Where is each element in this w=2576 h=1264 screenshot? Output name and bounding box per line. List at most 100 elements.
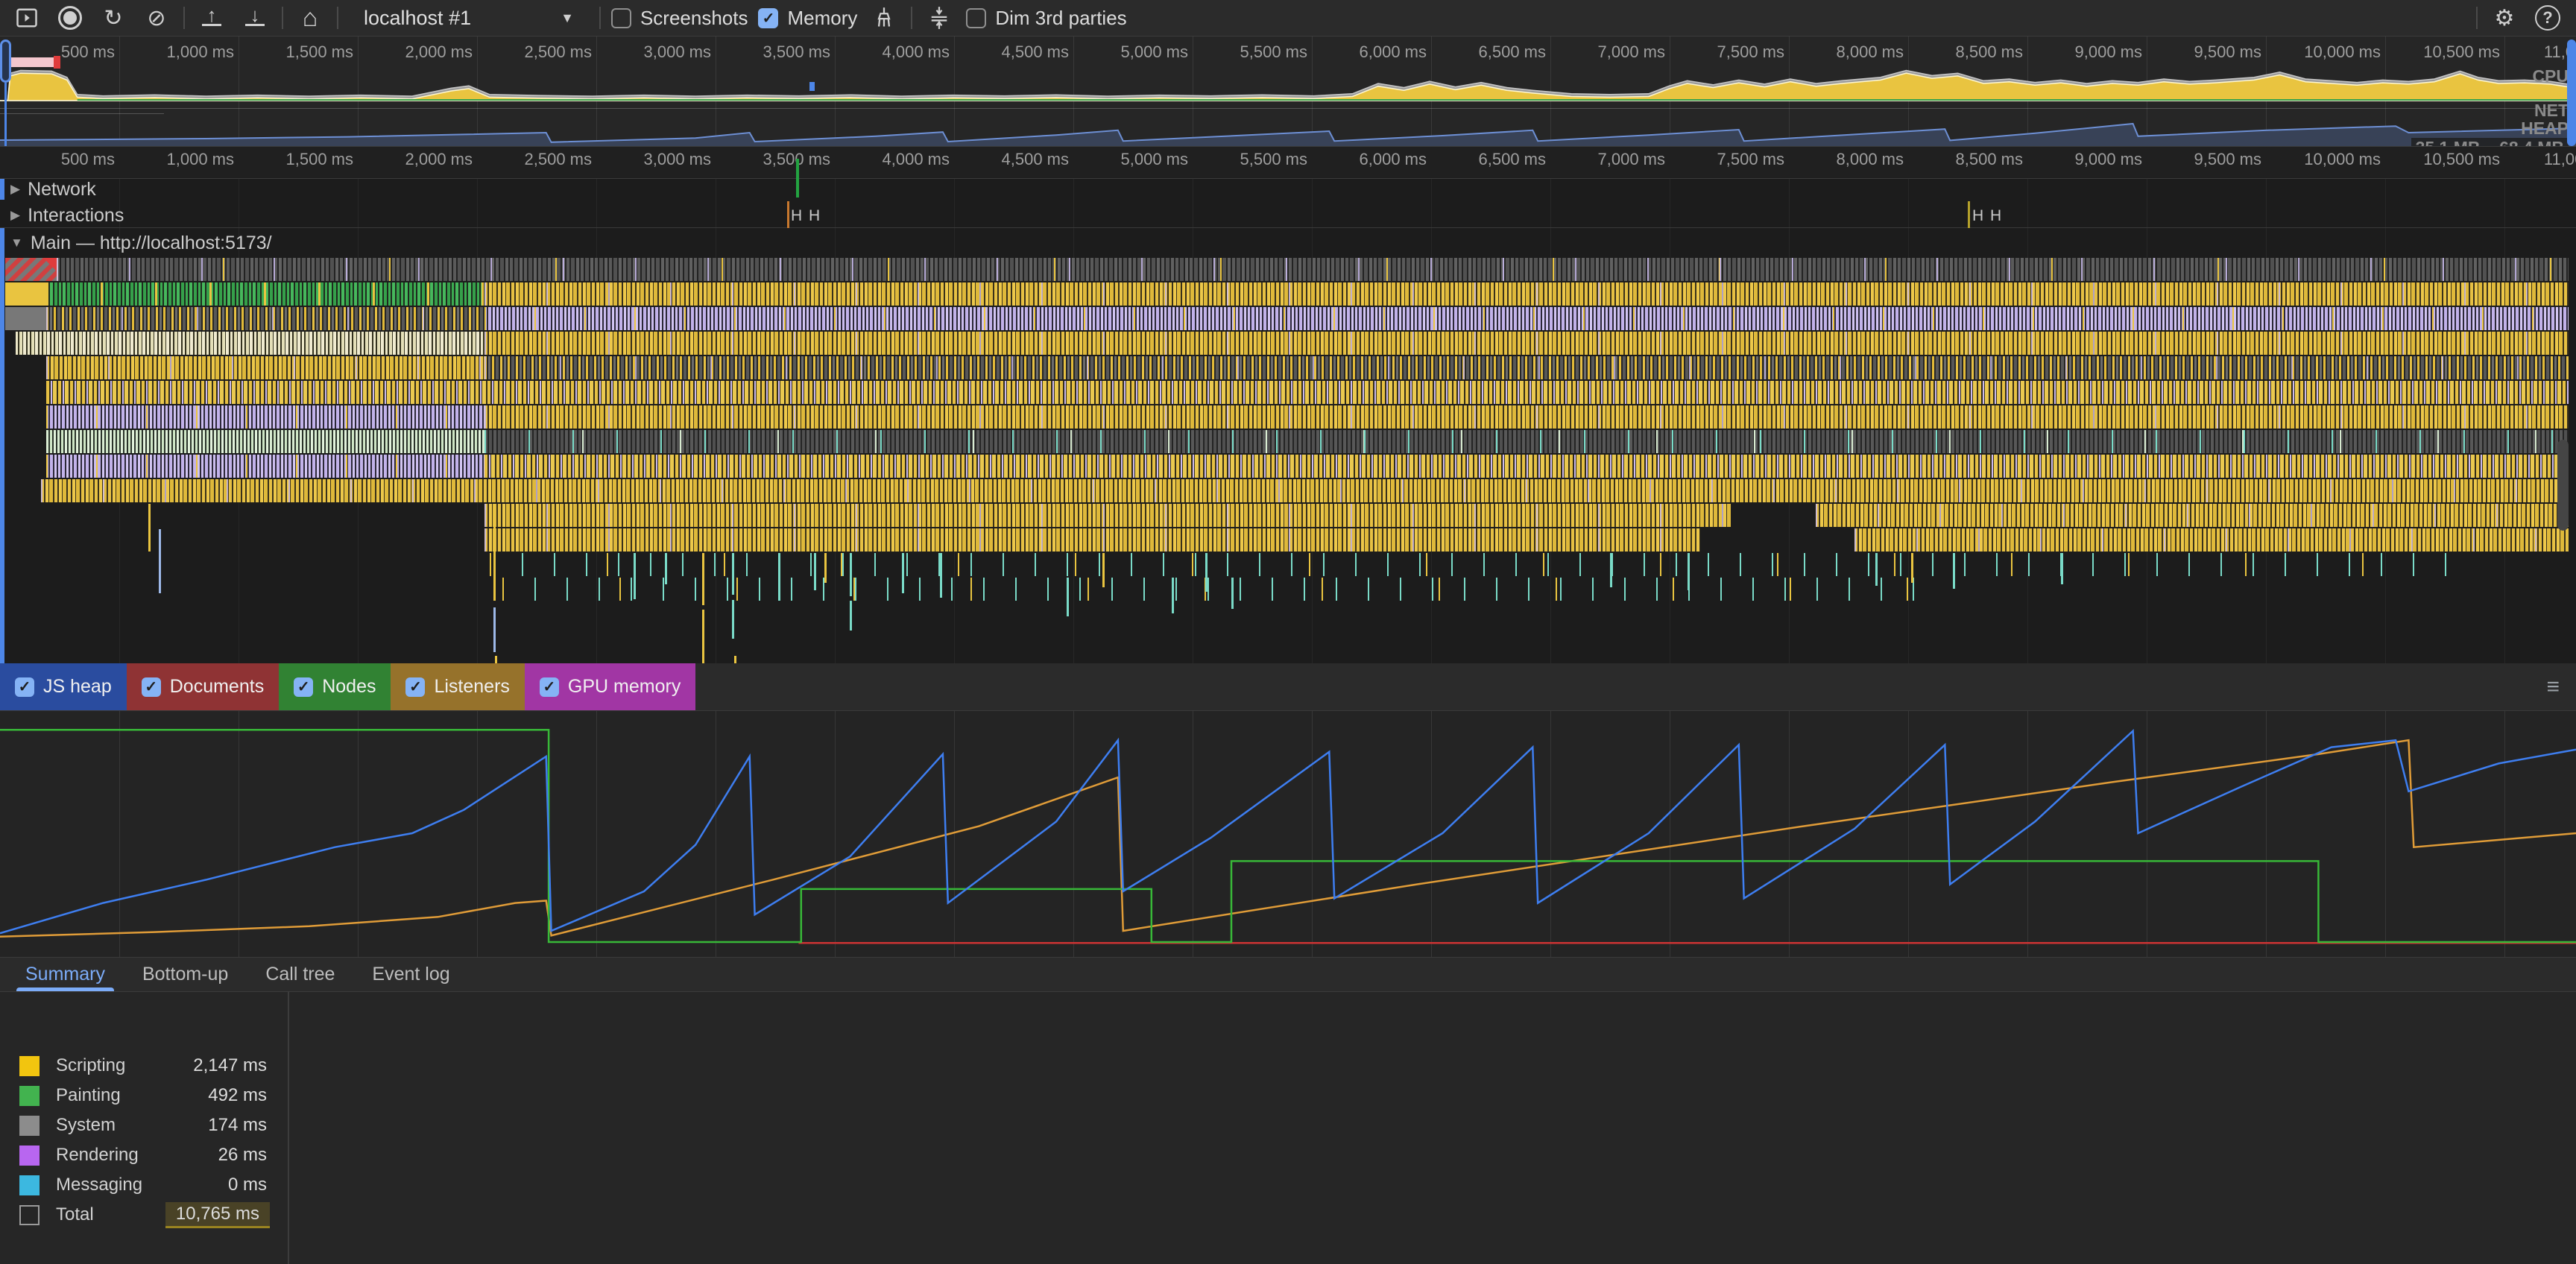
flame-row-segment[interactable] bbox=[16, 332, 484, 355]
flame-row-segment[interactable] bbox=[490, 553, 2473, 576]
flame-row-segment[interactable] bbox=[5, 282, 46, 306]
timeline-overview[interactable]: 500 ms1,000 ms1,500 ms2,000 ms2,500 ms3,… bbox=[0, 37, 2576, 146]
summary-legend-row: Painting492 ms bbox=[19, 1083, 270, 1108]
flame-row-segment[interactable] bbox=[502, 578, 1932, 601]
checkbox-checked-icon[interactable]: ✓ bbox=[15, 677, 34, 697]
flame-deep-call-spike bbox=[1953, 553, 1955, 589]
flame-row-segment[interactable] bbox=[46, 455, 484, 478]
flame-deep-call-spike bbox=[1172, 578, 1174, 613]
bottom-tab-bar: Summary Bottom-up Call tree Event log bbox=[0, 958, 2576, 992]
settings-gear-icon[interactable]: ⚙ bbox=[2488, 3, 2521, 33]
flame-deep-call-spike bbox=[940, 553, 942, 598]
legend-value: 0 ms bbox=[225, 1173, 270, 1197]
memory-checkbox[interactable]: ✓ Memory bbox=[758, 7, 857, 30]
network-track-indicator bbox=[0, 179, 4, 200]
legend-value: 2,147 ms bbox=[190, 1054, 270, 1078]
flame-row-segment[interactable] bbox=[46, 381, 2568, 404]
screenshots-checkbox[interactable]: Screenshots bbox=[611, 7, 748, 30]
flame-deep-call-spike bbox=[1102, 553, 1105, 587]
flame-deep-call-spike bbox=[495, 656, 497, 663]
track-time-ruler: 500 ms1,000 ms1,500 ms2,000 ms2,500 ms3,… bbox=[0, 146, 2576, 179]
summary-legend-row: System174 ms bbox=[19, 1113, 270, 1138]
flame-row-segment[interactable] bbox=[46, 405, 484, 429]
download-profile-button[interactable]: ↓ bbox=[239, 3, 271, 33]
flame-deep-call-spike bbox=[778, 553, 780, 601]
summary-divider bbox=[288, 992, 289, 1264]
flame-deep-call-spike bbox=[493, 607, 496, 652]
devtools-performance-panel: ↻ ⊘ ↑ ↓ ⌂ localhost #1 ▼ Screenshots ✓ M… bbox=[0, 0, 2576, 1264]
tab-call-tree[interactable]: Call tree bbox=[256, 958, 344, 991]
flame-deep-call-spike bbox=[493, 504, 496, 601]
memory-legend-chip-listeners[interactable]: ✓Listeners bbox=[391, 663, 524, 710]
memory-legend-chip-js-heap[interactable]: ✓JS heap bbox=[0, 663, 127, 710]
reload-record-button[interactable]: ↻ bbox=[97, 3, 130, 33]
overview-left-drag-handle[interactable] bbox=[0, 40, 11, 83]
session-select[interactable]: localhost #1 ▼ bbox=[349, 7, 589, 30]
flame-deep-call-spike bbox=[814, 553, 816, 590]
flame-row-segment[interactable] bbox=[484, 528, 1700, 552]
flame-row-segment[interactable] bbox=[5, 307, 46, 330]
checkbox-checked-icon[interactable]: ✓ bbox=[142, 677, 161, 697]
flame-row-segment[interactable] bbox=[484, 282, 2569, 306]
hamburger-menu-icon[interactable]: ≡ bbox=[2546, 681, 2560, 692]
memory-counters-legend: ✓JS heap✓Documents✓Nodes✓Listeners✓GPU m… bbox=[0, 663, 2576, 711]
main-track-label: Main — http://localhost:5173/ bbox=[31, 233, 272, 254]
legend-label: Rendering bbox=[56, 1145, 199, 1166]
flame-row-segment[interactable] bbox=[484, 356, 2569, 379]
checkbox-checked-icon[interactable]: ✓ bbox=[540, 677, 559, 697]
track-panel[interactable]: ▶ Network ▶ Interactions HHHH ▼ Main — h… bbox=[0, 179, 2576, 663]
memory-legend-chip-gpu-memory[interactable]: ✓GPU memory bbox=[525, 663, 695, 710]
flame-row-segment[interactable] bbox=[46, 307, 484, 330]
flame-row-segment[interactable] bbox=[46, 430, 484, 453]
flame-row-segment[interactable] bbox=[1816, 504, 2568, 527]
expand-arrow-icon[interactable]: ▶ bbox=[10, 208, 20, 223]
flame-row-segment[interactable] bbox=[41, 479, 2568, 502]
record-button[interactable] bbox=[54, 3, 86, 33]
heap-strip-label: HEAP bbox=[2521, 118, 2569, 139]
net-strip-line bbox=[0, 108, 2576, 109]
legend-swatch-total bbox=[19, 1205, 40, 1225]
checkbox-checked-icon[interactable]: ✓ bbox=[405, 677, 425, 697]
flame-row-segment[interactable] bbox=[484, 504, 1731, 527]
network-track-label: Network bbox=[28, 179, 96, 200]
legend-value: 10,765 ms bbox=[165, 1202, 270, 1228]
expand-arrow-icon[interactable]: ▶ bbox=[10, 182, 20, 197]
tab-event-log[interactable]: Event log bbox=[363, 958, 458, 991]
collapse-tracks-icon[interactable] bbox=[923, 3, 956, 33]
interaction-whisker-line bbox=[787, 201, 789, 228]
dock-side-icon[interactable] bbox=[10, 3, 43, 33]
flame-deep-call-spike bbox=[1067, 578, 1069, 616]
clear-button[interactable]: ⊘ bbox=[140, 3, 173, 33]
flame-deep-call-spike bbox=[702, 610, 704, 663]
toolbar-divider bbox=[183, 7, 185, 29]
flame-row-segment[interactable] bbox=[484, 430, 2569, 453]
network-track-header[interactable]: ▶ Network bbox=[10, 179, 96, 200]
memory-legend-chip-nodes[interactable]: ✓Nodes bbox=[279, 663, 391, 710]
interactions-track-header[interactable]: ▶ Interactions bbox=[10, 203, 124, 228]
main-track-header[interactable]: ▼ Main — http://localhost:5173/ bbox=[10, 230, 272, 256]
tab-bottom-up[interactable]: Bottom-up bbox=[133, 958, 237, 991]
flame-row-segment[interactable] bbox=[57, 258, 2569, 281]
screenshots-label: Screenshots bbox=[640, 7, 748, 30]
flame-row-segment[interactable] bbox=[1854, 528, 2568, 552]
flame-row-segment[interactable] bbox=[484, 332, 2569, 355]
track-scrollbar-thumb[interactable] bbox=[2557, 440, 2569, 531]
flame-row-segment[interactable] bbox=[484, 455, 2569, 478]
home-live-metrics-button[interactable]: ⌂ bbox=[294, 3, 326, 33]
memory-counters-chart[interactable] bbox=[0, 711, 2576, 958]
tab-summary[interactable]: Summary bbox=[16, 958, 114, 991]
checkbox-checked-icon[interactable]: ✓ bbox=[294, 677, 313, 697]
upload-profile-button[interactable]: ↑ bbox=[195, 3, 228, 33]
overview-right-drag-handle[interactable] bbox=[2567, 40, 2576, 146]
flame-row-segment[interactable] bbox=[484, 307, 2569, 330]
legend-label: Total bbox=[56, 1204, 149, 1225]
collect-garbage-icon[interactable] bbox=[868, 3, 900, 33]
dim-3rd-parties-checkbox[interactable]: Dim 3rd parties bbox=[966, 7, 1126, 30]
flame-row-segment[interactable] bbox=[484, 405, 2569, 429]
memory-legend-chip-documents[interactable]: ✓Documents bbox=[127, 663, 279, 710]
collapse-arrow-icon[interactable]: ▼ bbox=[10, 236, 23, 250]
flame-row-segment[interactable] bbox=[46, 282, 484, 306]
help-icon[interactable]: ? bbox=[2531, 3, 2564, 33]
main-flame-chart[interactable] bbox=[0, 179, 2576, 663]
flame-row-segment[interactable] bbox=[46, 356, 484, 379]
